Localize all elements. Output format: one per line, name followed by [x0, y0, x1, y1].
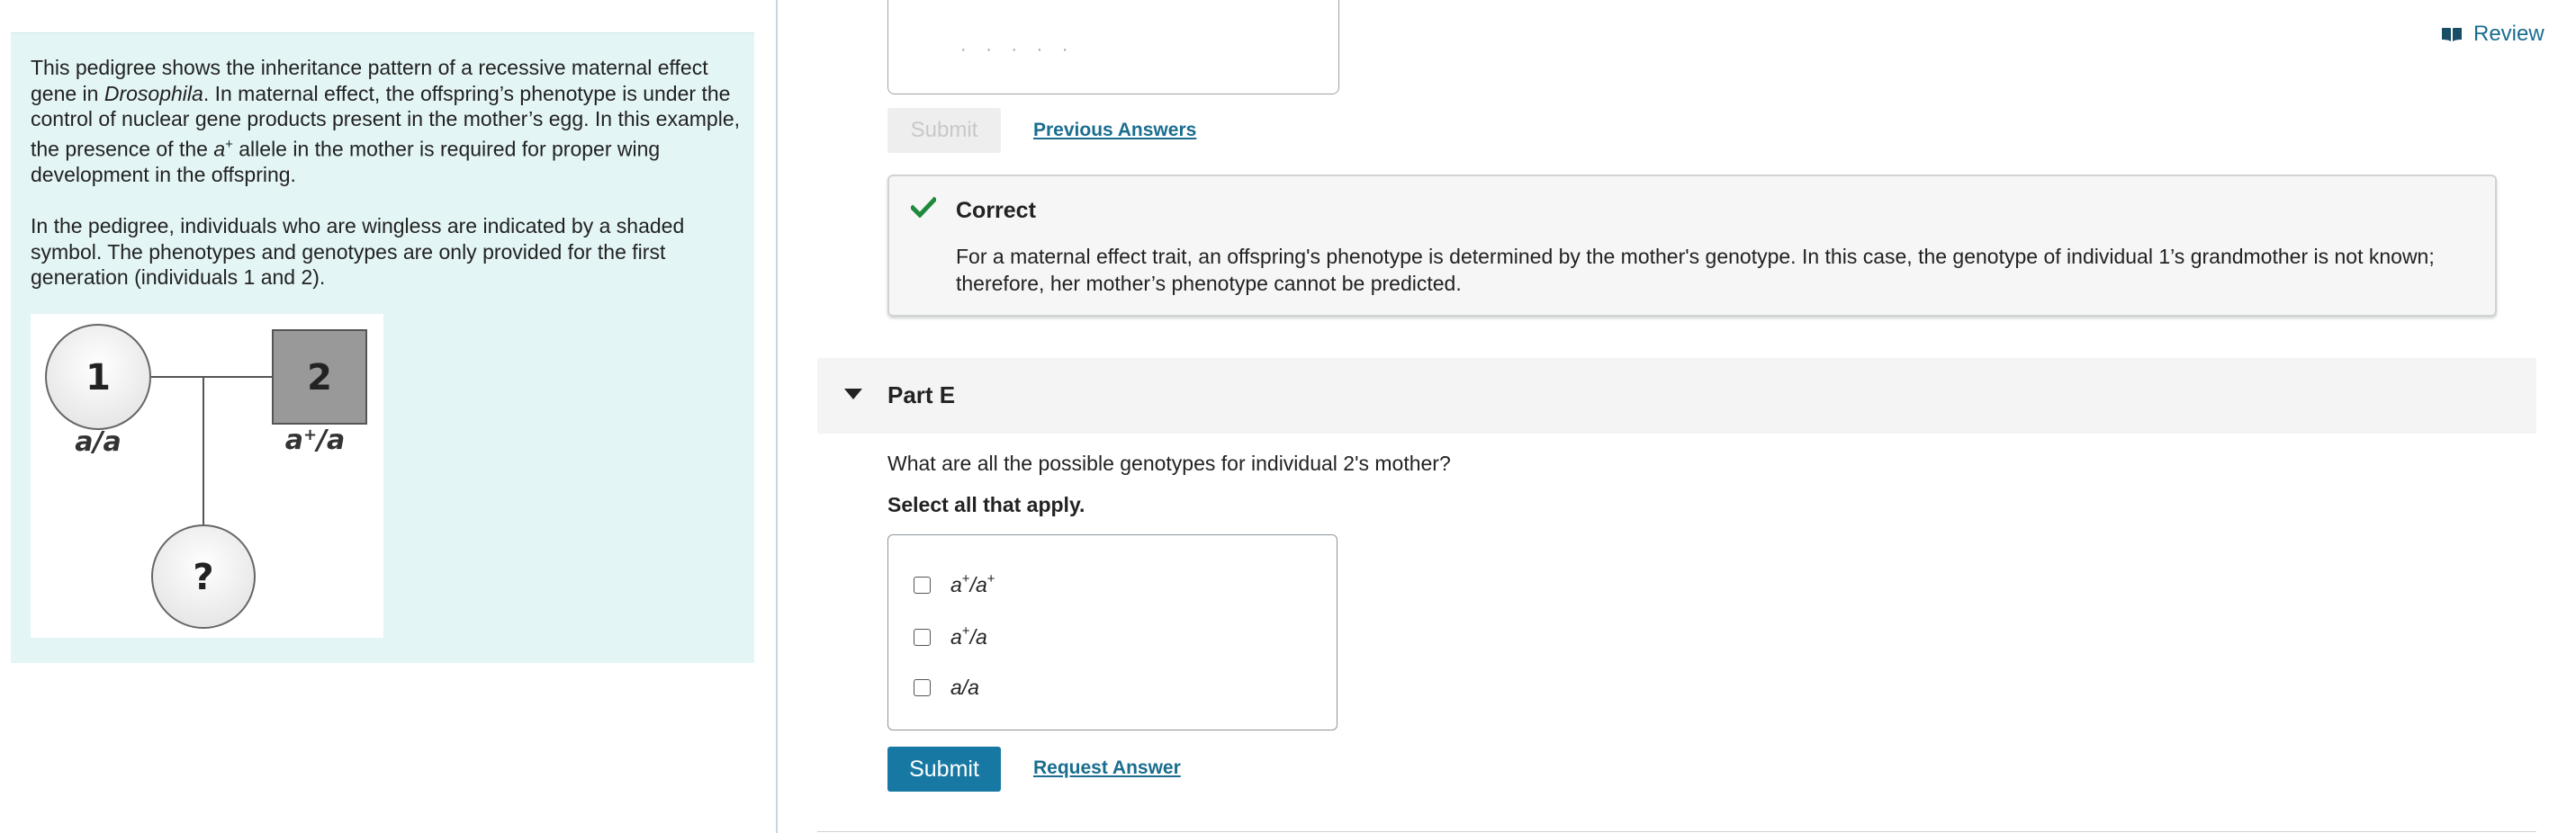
pedigree-svg: 1 a/a 2 a+/a ? [45, 324, 367, 629]
checkbox[interactable] [914, 629, 931, 646]
review-link[interactable]: Review [2441, 22, 2544, 47]
checkmark-icon [911, 196, 936, 218]
option-a-plus-a-plus[interactable]: a+/a+ [914, 571, 995, 597]
divider [817, 831, 2536, 832]
individual-1-number: 1 [86, 357, 111, 399]
feedback-text: For a maternal effect trait, an offsprin… [956, 245, 2435, 295]
option-a-plus-a[interactable]: a+/a [914, 623, 987, 649]
allele-symbol: a [213, 137, 226, 161]
intro-paragraph-1: This pedigree shows the inheritance patt… [31, 55, 751, 187]
checkbox[interactable] [914, 577, 931, 594]
submit-button[interactable]: Submit [887, 747, 1001, 792]
previous-answer-field: · · · · · [887, 0, 1339, 94]
book-icon [2442, 28, 2462, 41]
part-e-title: Part E [887, 381, 956, 408]
part-e-header[interactable]: Part E [817, 358, 2536, 434]
review-label: Review [2473, 22, 2544, 46]
species-name: Drosophila [104, 81, 203, 105]
previous-answers-link[interactable]: Previous Answers [1033, 120, 1196, 141]
previous-submit-button[interactable]: Submit [887, 108, 1001, 153]
request-answer-link[interactable]: Request Answer [1033, 757, 1181, 779]
offspring-label: ? [193, 557, 213, 598]
checkbox[interactable] [914, 679, 931, 696]
individual-2-number: 2 [307, 357, 332, 399]
option-label: a+/a [950, 623, 987, 649]
pedigree-diagram: 1 a/a 2 a+/a ? [31, 314, 383, 638]
option-label: a/a [950, 676, 979, 699]
intro-panel: This pedigree shows the inheritance patt… [11, 32, 754, 663]
feedback-status: Correct [956, 198, 1036, 223]
allele-superscript: + [225, 136, 233, 152]
left-pane: This pedigree shows the inheritance patt… [0, 0, 774, 833]
instruction-text: Select all that apply. [887, 493, 1085, 516]
option-label: a+/a+ [950, 571, 995, 596]
options-group: a+/a+ a+/a a/a [887, 534, 1338, 730]
caret-down-icon [844, 389, 862, 399]
previous-answer-remnant: · · · · · [960, 40, 1076, 59]
question-text: What are all the possible genotypes for … [887, 452, 1451, 475]
feedback-panel: Correct For a maternal effect trait, an … [887, 175, 2497, 317]
right-pane: Review · · · · · Submit Previous Answers… [778, 0, 2576, 833]
individual-1-genotype: a/a [75, 426, 121, 458]
option-a-a[interactable]: a/a [914, 676, 979, 700]
intro-paragraph-2: In the pedigree, individuals who are win… [31, 214, 685, 289]
individual-2-genotype: a+/a [285, 425, 346, 456]
